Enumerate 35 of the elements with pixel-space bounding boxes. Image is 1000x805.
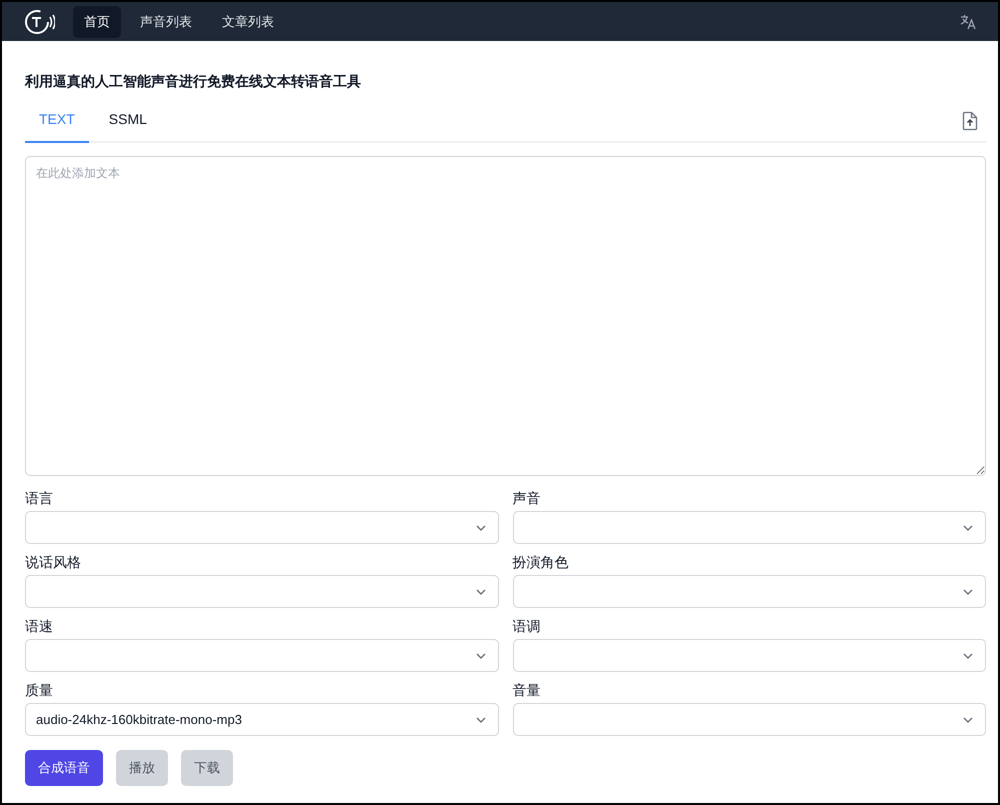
field-label: 音量 bbox=[512, 682, 542, 700]
chevron-down-icon bbox=[476, 524, 486, 530]
chevron-down-icon bbox=[963, 716, 973, 722]
nav-link[interactable]: 文章列表 bbox=[211, 6, 285, 38]
field-label: 语速 bbox=[25, 618, 54, 636]
nav-link[interactable]: 首页 bbox=[73, 6, 121, 38]
dropdown[interactable]: audio-24khz-160kbitrate-mono-mp3 bbox=[25, 703, 498, 736]
dropdown[interactable] bbox=[512, 575, 986, 608]
chevron-down-icon bbox=[476, 588, 486, 594]
dropdown[interactable] bbox=[25, 575, 498, 608]
chevron-down-icon bbox=[476, 716, 486, 722]
field-label: 声音 bbox=[512, 490, 542, 508]
file-upload-icon[interactable] bbox=[962, 111, 978, 131]
dropdown[interactable] bbox=[25, 639, 498, 672]
text-input-field[interactable]: 在此处添加文本 bbox=[25, 156, 986, 476]
field-label: 质量 bbox=[25, 682, 54, 700]
field-label: 扮演角色 bbox=[512, 554, 570, 572]
action-button[interactable]: 合成语音 bbox=[25, 750, 103, 786]
translate-icon[interactable] bbox=[960, 14, 976, 30]
tab[interactable]: SSML bbox=[94, 101, 161, 143]
page-title: 利用逼真的人工智能声音进行免费在线文本转语音工具 bbox=[25, 73, 362, 91]
nav-link[interactable]: 声音列表 bbox=[129, 6, 203, 38]
dropdown[interactable] bbox=[512, 703, 986, 736]
field-label: 说话风格 bbox=[25, 554, 82, 572]
dropdown[interactable] bbox=[25, 511, 498, 544]
field-label: 语言 bbox=[25, 490, 54, 508]
tab[interactable]: TEXT bbox=[25, 101, 89, 143]
chevron-down-icon bbox=[476, 652, 486, 658]
chevron-down-icon bbox=[963, 652, 973, 658]
dropdown[interactable] bbox=[512, 511, 986, 544]
field-label: 语调 bbox=[512, 618, 542, 636]
chevron-down-icon bbox=[963, 588, 973, 594]
logo-icon[interactable] bbox=[25, 8, 55, 34]
dropdown[interactable] bbox=[512, 639, 986, 672]
chevron-down-icon bbox=[963, 524, 973, 530]
